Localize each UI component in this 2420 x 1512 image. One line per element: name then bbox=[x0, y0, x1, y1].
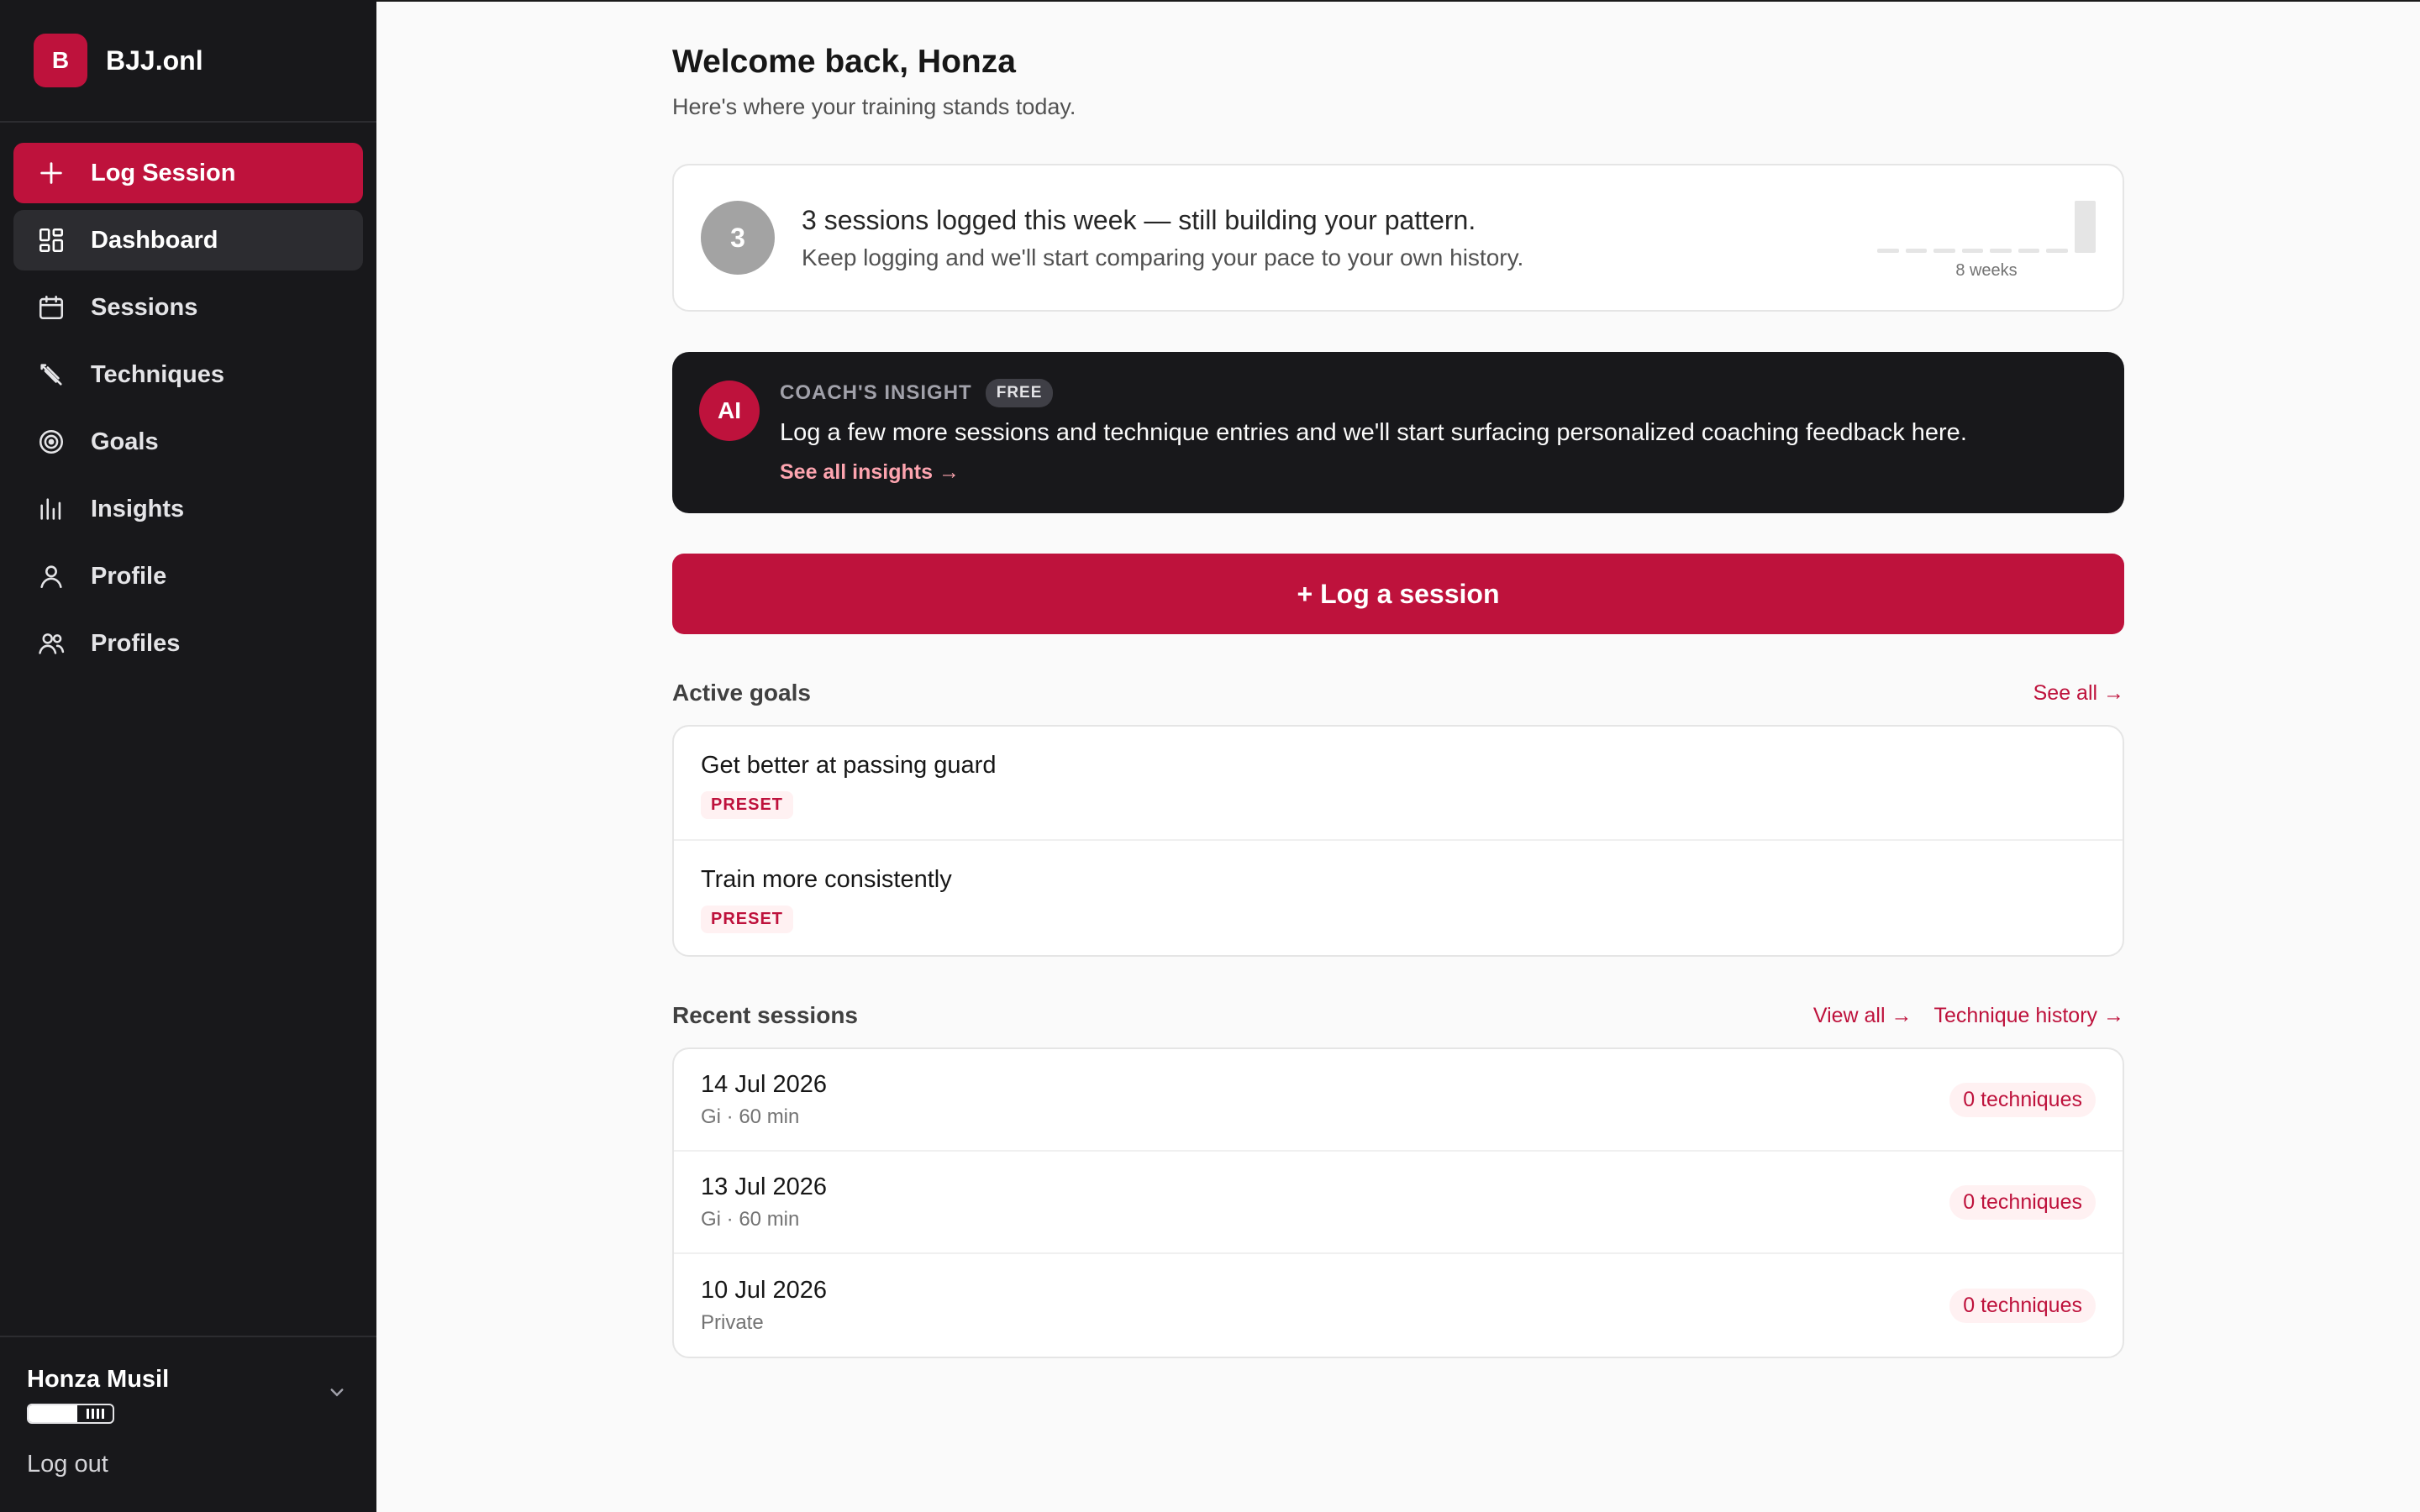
sparkline-bar bbox=[1961, 249, 1983, 253]
session-item[interactable]: 13 Jul 2026 Gi · 60 min 0 techniques bbox=[674, 1152, 2123, 1254]
sparkline-bars bbox=[1877, 201, 2096, 253]
insight-label: COACH'S INSIGHT bbox=[780, 381, 972, 404]
user-menu[interactable]: Honza Musil bbox=[27, 1366, 350, 1424]
preset-badge: PRESET bbox=[701, 906, 794, 933]
ai-badge: AI bbox=[699, 381, 760, 441]
pattern-subtitle: Keep logging and we'll start comparing y… bbox=[802, 244, 1524, 270]
session-date: 10 Jul 2026 bbox=[701, 1276, 827, 1304]
main-content: Welcome back, Honza Here's where your tr… bbox=[376, 0, 2420, 1512]
sparkline-bar bbox=[1990, 249, 2012, 253]
sidebar-nav: Log Session Dashboard Sessions Technique… bbox=[0, 123, 376, 674]
sparkline-label: 8 weeks bbox=[1955, 261, 2018, 280]
technique-count-badge: 0 techniques bbox=[1949, 1288, 2096, 1323]
brand[interactable]: B BJJ.onl bbox=[0, 0, 376, 123]
sidebar-item-label: Sessions bbox=[91, 293, 198, 321]
goals-list: Get better at passing guard PRESET Train… bbox=[672, 725, 2124, 957]
sidebar-item-label: Profile bbox=[91, 562, 167, 590]
sparkline-bar bbox=[1877, 249, 1899, 253]
sidebar-item-goals[interactable]: Goals bbox=[13, 412, 363, 472]
session-meta: Private bbox=[701, 1310, 764, 1334]
insight-text: Log a few more sessions and technique en… bbox=[780, 419, 1967, 446]
session-item[interactable]: 10 Jul 2026 Private 0 techniques bbox=[674, 1254, 2123, 1357]
page-subtitle: Here's where your training stands today. bbox=[672, 94, 1076, 119]
session-meta: Gi · 60 min bbox=[701, 1207, 800, 1231]
user-name: Honza Musil bbox=[27, 1366, 170, 1393]
sidebar-item-techniques[interactable]: Techniques bbox=[13, 344, 363, 405]
technique-history-link[interactable]: Technique history → bbox=[1933, 1004, 2124, 1028]
active-goals-header: Active goals See all → bbox=[672, 678, 2124, 708]
recent-sessions-title: Recent sessions bbox=[672, 1002, 858, 1028]
goal-title: Train more consistently bbox=[701, 866, 952, 893]
user-icon bbox=[37, 562, 66, 591]
sidebar-item-insights[interactable]: Insights bbox=[13, 479, 363, 539]
sidebar-item-label: Insights bbox=[91, 495, 185, 522]
sidebar-item-label: Dashboard bbox=[91, 226, 218, 254]
target-icon bbox=[37, 428, 66, 456]
sidebar-item-label: Log Session bbox=[91, 159, 236, 186]
page-title: Welcome back, Honza bbox=[672, 44, 1016, 80]
bar-chart-icon bbox=[37, 495, 66, 523]
view-all-sessions-link[interactable]: View all → bbox=[1813, 1004, 1912, 1028]
weekly-sparkline: 8 weeks bbox=[1877, 201, 2096, 280]
session-date: 13 Jul 2026 bbox=[701, 1173, 827, 1200]
chevron-down-icon[interactable] bbox=[324, 1379, 350, 1404]
sidebar-item-label: Techniques bbox=[91, 360, 224, 388]
sidebar-footer: Honza Musil Log out bbox=[0, 1336, 376, 1512]
technique-count-badge: 0 techniques bbox=[1949, 1184, 2096, 1220]
sidebar-item-log-session[interactable]: Log Session bbox=[13, 143, 363, 203]
goal-item[interactable]: Get better at passing guard PRESET bbox=[674, 727, 2123, 841]
logout-button[interactable]: Log out bbox=[27, 1451, 350, 1478]
goal-title: Get better at passing guard bbox=[701, 752, 997, 779]
technique-count-badge: 0 techniques bbox=[1949, 1082, 2096, 1117]
sparkline-bar bbox=[1905, 249, 1927, 253]
sessions-list: 14 Jul 2026 Gi · 60 min 0 techniques 13 … bbox=[672, 1047, 2124, 1358]
session-count-badge: 3 bbox=[701, 201, 775, 275]
dashboard-icon bbox=[37, 226, 66, 255]
sidebar-item-profiles[interactable]: Profiles bbox=[13, 613, 363, 674]
sparkline-bar bbox=[2046, 249, 2068, 253]
pencil-icon bbox=[37, 360, 66, 389]
recent-sessions-header: Recent sessions View all → Technique his… bbox=[672, 1000, 2124, 1031]
sidebar-item-sessions[interactable]: Sessions bbox=[13, 277, 363, 338]
plan-indicator bbox=[27, 1404, 114, 1424]
goal-item[interactable]: Train more consistently PRESET bbox=[674, 841, 2123, 955]
free-badge: FREE bbox=[985, 379, 1054, 407]
sidebar-item-label: Goals bbox=[91, 428, 159, 455]
brand-logo: B bbox=[34, 34, 87, 87]
coach-insight-card: AI COACH'S INSIGHT FREE Log a few more s… bbox=[672, 352, 2124, 513]
pattern-title: 3 sessions logged this week — still buil… bbox=[802, 204, 1476, 235]
brand-name: BJJ.onl bbox=[106, 45, 203, 76]
plus-icon bbox=[37, 159, 66, 187]
session-item[interactable]: 14 Jul 2026 Gi · 60 min 0 techniques bbox=[674, 1049, 2123, 1152]
log-session-button[interactable]: + Log a session bbox=[672, 554, 2124, 634]
sparkline-bar bbox=[2018, 249, 2039, 253]
weekly-pattern-card: 3 3 sessions logged this week — still bu… bbox=[672, 164, 2124, 312]
sidebar: B BJJ.onl Log Session Dashboard Sessions bbox=[0, 0, 376, 1512]
users-icon bbox=[37, 629, 66, 658]
see-all-goals-link[interactable]: See all → bbox=[2033, 681, 2124, 706]
sparkline-bar bbox=[2074, 201, 2096, 253]
sparkline-bar bbox=[1933, 249, 1955, 253]
calendar-icon bbox=[37, 293, 66, 322]
active-goals-title: Active goals bbox=[672, 680, 811, 706]
preset-badge: PRESET bbox=[701, 791, 794, 819]
session-date: 14 Jul 2026 bbox=[701, 1070, 827, 1098]
sidebar-item-dashboard[interactable]: Dashboard bbox=[13, 210, 363, 270]
sidebar-item-profile[interactable]: Profile bbox=[13, 546, 363, 606]
see-all-insights-link[interactable]: See all insights → bbox=[780, 460, 960, 485]
session-meta: Gi · 60 min bbox=[701, 1105, 800, 1128]
sidebar-item-label: Profiles bbox=[91, 629, 181, 657]
